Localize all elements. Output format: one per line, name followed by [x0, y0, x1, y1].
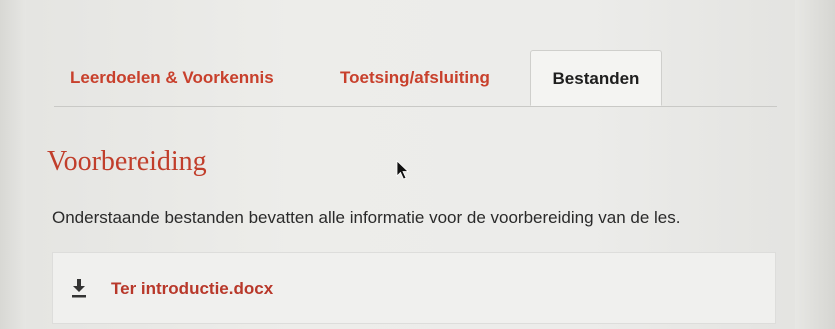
tab-bar: Leerdoelen & Voorkennis Toetsing/afsluit…	[54, 50, 777, 107]
file-item[interactable]: Ter introductie.docx	[52, 252, 776, 324]
screen-edge-right	[795, 0, 835, 329]
download-icon[interactable]	[70, 277, 88, 299]
file-name-link[interactable]: Ter introductie.docx	[111, 279, 273, 299]
section-description: Onderstaande bestanden bevatten alle inf…	[52, 208, 681, 227]
screen-edge-left	[0, 0, 26, 329]
mouse-cursor-icon	[396, 160, 409, 180]
page: Leerdoelen & Voorkennis Toetsing/afsluit…	[0, 0, 835, 329]
section-title: Voorbereiding	[47, 146, 207, 177]
tab-leerdoelen-voorkennis[interactable]: Leerdoelen & Voorkennis	[70, 50, 274, 106]
tab-bestanden[interactable]: Bestanden	[530, 50, 662, 106]
tab-toetsing-afsluiting[interactable]: Toetsing/afsluiting	[340, 50, 490, 106]
